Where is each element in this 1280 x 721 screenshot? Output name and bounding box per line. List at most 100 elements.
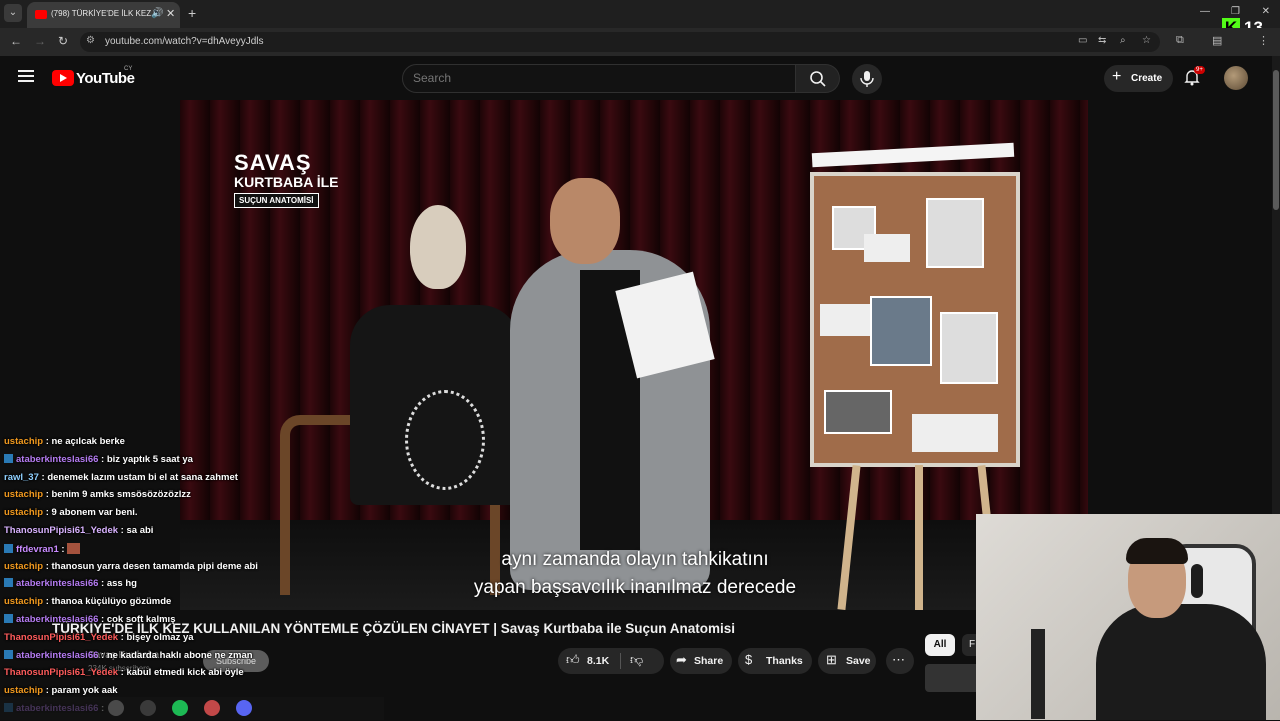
secondary-column bbox=[1088, 100, 1280, 520]
board-note bbox=[864, 234, 910, 262]
chat-message: ataberkinteslasi66 : ne kadarda haklı ab… bbox=[4, 649, 304, 668]
thanks-label: Thanks bbox=[766, 655, 803, 667]
chat-badge-icon bbox=[4, 649, 13, 659]
url-bar[interactable]: ⚙ youtube.com/watch?v=dhAveyyJdls ▭ ⇆ ⌕ … bbox=[80, 32, 1160, 52]
chat-message: ustachip : 9 abonem var beni. bbox=[4, 507, 304, 525]
streamer-webcam bbox=[976, 514, 1280, 720]
create-label: Create bbox=[1131, 73, 1163, 84]
chat-text: : 9 abonem var beni. bbox=[43, 507, 138, 519]
video-player[interactable]: SAVAŞ KURTBABA İLE SUÇUN ANATOMİSİ aynı … bbox=[180, 100, 1088, 610]
search-box[interactable] bbox=[402, 64, 796, 93]
chat-username: ustachip bbox=[4, 596, 44, 608]
fingerprint-graphic bbox=[405, 390, 485, 490]
streamer-hair bbox=[1126, 538, 1188, 564]
more-actions-button[interactable]: ⋯ bbox=[886, 648, 914, 674]
browser-tab[interactable]: (798) TÜRKİYE'DE İLK KEZ K 🔊 ✕ bbox=[27, 2, 180, 28]
create-button[interactable]: + Create bbox=[1104, 65, 1173, 92]
thanks-button[interactable]: $ Thanks bbox=[738, 648, 812, 674]
taskbar bbox=[0, 697, 384, 720]
app-icon[interactable] bbox=[140, 700, 156, 716]
subtitle-line: aynı zamanda olayın tahkikatını bbox=[501, 549, 769, 570]
cast-icon[interactable]: ▭ bbox=[1078, 35, 1087, 46]
forward-icon[interactable]: → bbox=[34, 34, 46, 48]
show-logo: SAVAŞ KURTBABA İLE SUÇUN ANATOMİSİ bbox=[234, 152, 344, 216]
headset bbox=[1191, 564, 1203, 598]
chat-message: ustachip : ne açılcak berke bbox=[4, 436, 304, 454]
close-window-icon[interactable]: ✕ bbox=[1262, 6, 1270, 17]
minimize-icon[interactable]: — bbox=[1200, 6, 1210, 17]
chat-username: ustachip bbox=[4, 507, 44, 519]
hamburger-menu-icon[interactable] bbox=[18, 70, 34, 82]
discord-icon[interactable] bbox=[236, 700, 252, 716]
chat-message: ThanosunPipisi61_Yedek : sa abi bbox=[4, 525, 304, 543]
chat-text: : ne açılcak berke bbox=[43, 436, 125, 447]
share-icon: ➦ bbox=[676, 652, 687, 667]
chat-username: ffdevran1 bbox=[16, 543, 59, 555]
chat-message: ThanosunPipisi61_Yedek : kabul etmedi ki… bbox=[4, 667, 304, 685]
chat-message: rawl_37 : denemek lazım ustam bi el at s… bbox=[4, 472, 304, 490]
speaker-icon[interactable]: 🔊 bbox=[151, 8, 163, 19]
chat-message: ustachip : thanosun yarra desen tamamda … bbox=[4, 561, 304, 579]
filter-chip-all[interactable]: All bbox=[925, 634, 955, 656]
board-note bbox=[912, 414, 998, 452]
thumbs-up-icon[interactable]: 👍︎ bbox=[566, 652, 580, 668]
save-button[interactable]: ⊞ Save bbox=[818, 648, 876, 674]
extensions-icon[interactable]: ⧉ bbox=[1176, 34, 1184, 47]
thanks-icon: $ bbox=[745, 652, 753, 667]
more-icon: ⋯ bbox=[892, 652, 905, 667]
streamer-body bbox=[1096, 604, 1266, 720]
youtube-header: YouTube CY + Create 9+ bbox=[0, 56, 1280, 100]
zoom-icon[interactable]: ⌕ bbox=[1120, 35, 1126, 46]
show-logo-line3: SUÇUN ANATOMİSİ bbox=[234, 193, 319, 208]
notifications-button[interactable]: 9+ bbox=[1184, 66, 1205, 88]
reload-icon[interactable]: ↻ bbox=[58, 34, 68, 48]
app-icon[interactable] bbox=[108, 700, 124, 716]
stream-chat-overlay: ustachip : ne açılcak berke ataberkintesl… bbox=[4, 436, 304, 721]
scrollbar-thumb[interactable] bbox=[1273, 70, 1279, 210]
chat-message: ataberkinteslasi66 : biz yaptık 5 saat y… bbox=[4, 453, 304, 472]
video-subtitle: aynı zamanda olayın tahkikatını yapan ba… bbox=[440, 546, 830, 602]
notification-badge: 9+ bbox=[1194, 66, 1205, 74]
browser-menu-icon[interactable]: ⋮ bbox=[1258, 34, 1269, 47]
maximize-icon[interactable]: ❐ bbox=[1231, 6, 1240, 17]
close-tab-icon[interactable]: ✕ bbox=[166, 7, 175, 20]
chat-message: ataberkinteslasi66 : cok soft kalmış bbox=[4, 613, 304, 632]
new-tab-button[interactable]: + bbox=[188, 5, 196, 21]
thumbs-down-icon[interactable]: 👎︎ bbox=[630, 652, 643, 668]
board-photo bbox=[926, 198, 984, 268]
voice-search-button[interactable] bbox=[852, 64, 882, 94]
chat-username: ustachip bbox=[4, 489, 44, 501]
chat-username: ataberkinteslasi66 bbox=[16, 453, 99, 465]
youtube-wordmark: YouTube bbox=[76, 70, 135, 87]
sidebar-icon[interactable]: ▤ bbox=[1212, 34, 1222, 47]
chat-emote-icon bbox=[67, 542, 81, 554]
search-input[interactable] bbox=[413, 71, 773, 85]
chat-text: : sa abi bbox=[118, 524, 154, 536]
evidence-board bbox=[810, 172, 1020, 467]
share-button[interactable]: ➦ Share bbox=[670, 648, 732, 674]
back-icon[interactable]: ← bbox=[10, 34, 22, 48]
translate-icon[interactable]: ⇆ bbox=[1098, 35, 1106, 46]
mannequin-head bbox=[410, 205, 466, 289]
chat-badge-icon bbox=[4, 613, 13, 623]
chat-username: ustachip bbox=[4, 685, 44, 697]
chat-text: : denemek lazım ustam bi el at sana zahm… bbox=[38, 471, 238, 483]
chat-text: : biz yaptık 5 saat ya bbox=[98, 453, 193, 465]
show-logo-line2: KURTBABA İLE bbox=[234, 174, 339, 190]
board-photo bbox=[870, 296, 932, 366]
bookmark-star-icon[interactable]: ☆ bbox=[1142, 35, 1151, 46]
board-photo bbox=[940, 312, 998, 384]
app-icon[interactable] bbox=[204, 700, 220, 716]
tab-list-button[interactable]: ⌄ bbox=[4, 4, 22, 22]
chat-username: ThanosunPipisi61_Yedek bbox=[4, 524, 119, 536]
chat-text: : bişey olmaz ya bbox=[118, 631, 194, 643]
search-button[interactable] bbox=[796, 64, 840, 93]
chat-text: : ne kadarda haklı abone ne zman bbox=[98, 649, 253, 661]
site-info-icon[interactable]: ⚙ bbox=[86, 35, 95, 46]
like-count[interactable]: 8.1K bbox=[587, 655, 609, 667]
chat-message: ataberkinteslasi66 : ass hg bbox=[4, 578, 304, 596]
chat-username: ustachip bbox=[4, 436, 44, 447]
spotify-icon[interactable] bbox=[172, 700, 188, 716]
chat-username: ataberkinteslasi66 bbox=[16, 613, 99, 625]
avatar[interactable] bbox=[1224, 66, 1248, 90]
